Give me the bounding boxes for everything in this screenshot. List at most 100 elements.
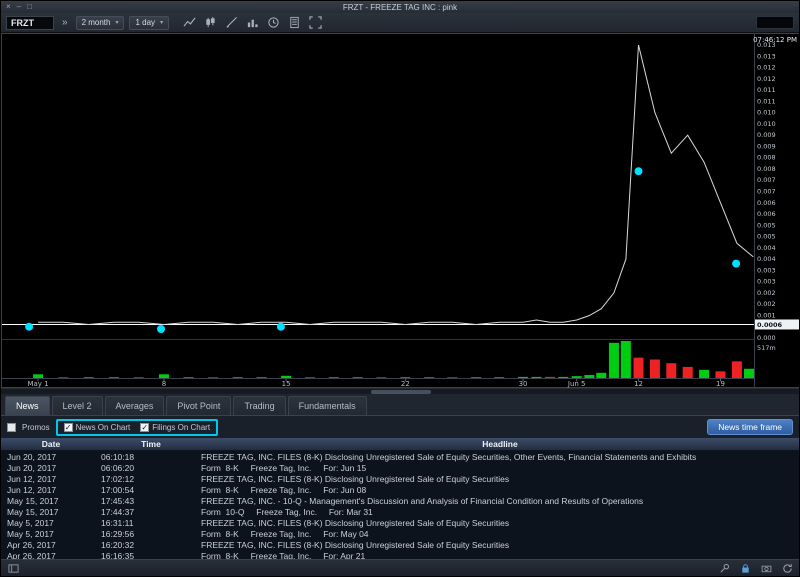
tab-level-2[interactable]: Level 2	[52, 396, 103, 415]
news-row[interactable]: Jun 12, 201717:00:54Form 8-K Freeze Tag,…	[1, 484, 799, 495]
news-on-chart-label: News On Chart	[76, 423, 131, 432]
volume-bar	[609, 343, 619, 378]
tab-averages[interactable]: Averages	[105, 396, 165, 415]
svg-text:0.011: 0.011	[757, 86, 776, 94]
volume-bar	[699, 370, 709, 378]
news-headline: FREEZE TAG, INC. FILES (8-K) Disclosing …	[201, 474, 799, 484]
svg-text:0.0006: 0.0006	[757, 321, 783, 329]
volume-bar	[584, 375, 594, 378]
camera-icon[interactable]	[760, 562, 772, 574]
lock-icon[interactable]	[739, 562, 751, 574]
news-date: May 15, 2017	[1, 496, 101, 506]
svg-text:0.005: 0.005	[757, 233, 776, 241]
news-headline: Form 8-K Freeze Tag, Inc. For: Jun 15	[201, 463, 799, 473]
interval-value: 1 day	[135, 18, 155, 27]
news-row[interactable]: May 5, 201716:29:56Form 8-K Freeze Tag, …	[1, 528, 799, 539]
fullscreen-icon[interactable]	[308, 16, 322, 30]
news-date: May 15, 2017	[1, 507, 101, 517]
news-time: 06:06:20	[101, 463, 201, 473]
tab-trading[interactable]: Trading	[233, 396, 285, 415]
volume-bar	[666, 363, 676, 378]
svg-text:0.004: 0.004	[757, 244, 776, 252]
volume-bar	[650, 360, 660, 379]
event-marker-icon[interactable]	[277, 323, 285, 331]
news-on-chart-toggle[interactable]: ✓ News On Chart	[64, 423, 131, 432]
volume-bar	[558, 377, 568, 378]
price-chart[interactable]: 0.0130.0130.0120.0120.0110.0110.0100.010…	[1, 33, 800, 388]
volume-bar	[634, 358, 644, 378]
volume-bar	[494, 377, 504, 378]
news-time-frame-button[interactable]: News time frame	[707, 419, 793, 435]
interval-select[interactable]: 1 day ▾	[129, 16, 169, 30]
news-time: 06:10:18	[101, 452, 201, 462]
news-row[interactable]: May 5, 201716:31:11FREEZE TAG, INC. FILE…	[1, 517, 799, 528]
news-table: Date Time Headline Jun 20, 201706:10:18F…	[1, 438, 799, 559]
event-marker-icon[interactable]	[25, 323, 33, 331]
clock-icon[interactable]	[266, 16, 280, 30]
svg-text:0.008: 0.008	[757, 165, 776, 173]
wrench-icon[interactable]	[718, 562, 730, 574]
news-row[interactable]: May 15, 201717:44:37Form 10-Q Freeze Tag…	[1, 506, 799, 517]
tab-fundamentals[interactable]: Fundamentals	[288, 396, 367, 415]
minimize-icon[interactable]: –	[17, 3, 21, 11]
chevron-down-icon: ▾	[115, 19, 118, 26]
chart-scrollbar-thumb[interactable]	[371, 390, 431, 394]
news-headline: Form 8-K Freeze Tag, Inc. For: May 04	[201, 529, 799, 539]
volume-bar	[471, 377, 481, 378]
news-on-chart-checkbox[interactable]: ✓	[64, 423, 73, 432]
symbol-input[interactable]: FRZT	[6, 16, 54, 30]
news-row[interactable]: May 15, 201717:45:43FREEZE TAG, INC. - 1…	[1, 495, 799, 506]
news-row[interactable]: Apr 26, 201716:16:35Form 8-K Freeze Tag,…	[1, 550, 799, 559]
volume-bar	[184, 377, 194, 378]
news-date: May 5, 2017	[1, 518, 101, 528]
promos-checkbox[interactable]	[7, 423, 16, 432]
svg-text:15: 15	[282, 380, 291, 388]
svg-text:12: 12	[634, 380, 643, 388]
expand-symbol-button[interactable]: »	[59, 17, 71, 28]
event-marker-icon[interactable]	[157, 325, 165, 333]
news-headline: Form 10-Q Freeze Tag, Inc. For: Mar 31	[201, 507, 799, 517]
highlight-box: ✓ News On Chart ✓ Filings On Chart	[56, 419, 218, 436]
refresh-icon[interactable]	[781, 562, 793, 574]
volume-bar	[572, 376, 582, 378]
filings-on-chart-checkbox[interactable]: ✓	[140, 423, 149, 432]
news-date: Apr 26, 2017	[1, 540, 101, 550]
tab-news[interactable]: News	[5, 396, 50, 415]
svg-text:0.001: 0.001	[757, 311, 776, 319]
news-page-icon[interactable]	[287, 16, 301, 30]
draw-icon[interactable]	[224, 16, 238, 30]
chart-tools	[182, 16, 322, 30]
close-icon[interactable]: ×	[6, 3, 11, 11]
volume-bars-icon[interactable]	[245, 16, 259, 30]
event-marker-icon[interactable]	[635, 167, 643, 175]
window-controls: × – □	[6, 3, 32, 11]
news-date: Jun 20, 2017	[1, 452, 101, 462]
news-row[interactable]: Apr 26, 201716:20:32FREEZE TAG, INC. FIL…	[1, 539, 799, 550]
chevron-down-icon: ▾	[160, 19, 163, 26]
news-row[interactable]: Jun 12, 201717:02:12FREEZE TAG, INC. FIL…	[1, 473, 799, 484]
volume-bar	[715, 371, 725, 378]
news-table-body: Jun 20, 201706:10:18 FREEZE TAG, INC. FIL…	[1, 451, 799, 559]
svg-text:0.013: 0.013	[757, 52, 776, 60]
svg-text:517m: 517m	[757, 344, 776, 352]
period-select[interactable]: 2 month ▾	[76, 16, 125, 30]
toolbar-right-box[interactable]	[756, 16, 794, 29]
volume-bar	[281, 376, 291, 378]
tab-pivot-point[interactable]: Pivot Point	[166, 396, 231, 415]
candlestick-icon[interactable]	[203, 16, 217, 30]
news-row[interactable]: Jun 20, 201706:06:20Form 8-K Freeze Tag,…	[1, 462, 799, 473]
volume-bar	[596, 373, 606, 378]
svg-text:0.009: 0.009	[757, 142, 776, 150]
news-headline: FREEZE TAG, INC. FILES (8-K) Disclosing …	[201, 518, 799, 528]
filings-on-chart-toggle[interactable]: ✓ Filings On Chart	[140, 423, 210, 432]
layout-icon[interactable]	[7, 562, 19, 574]
chart-scrollbar[interactable]	[1, 388, 799, 394]
event-marker-icon[interactable]	[732, 260, 740, 268]
volume-bar	[683, 367, 693, 378]
svg-text:0.004: 0.004	[757, 255, 776, 263]
news-row[interactable]: Jun 20, 201706:10:18FREEZE TAG, INC. FIL…	[1, 451, 799, 462]
maximize-icon[interactable]: □	[27, 3, 32, 11]
volume-bar	[518, 377, 528, 378]
line-chart-icon[interactable]	[182, 16, 196, 30]
volume-bar	[329, 377, 339, 378]
